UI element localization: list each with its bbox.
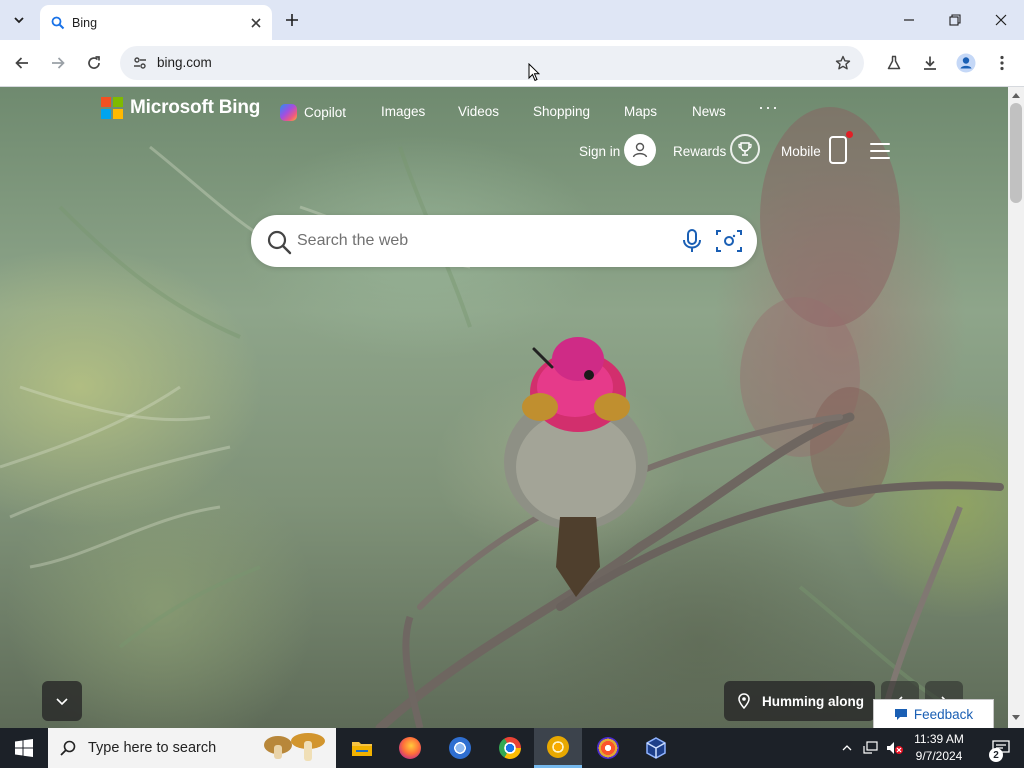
scroll-up-arrow-icon[interactable] <box>1012 91 1020 99</box>
menu-kebab-icon[interactable] <box>990 51 1014 75</box>
hamburger-menu-icon[interactable] <box>870 143 890 159</box>
nav-copilot[interactable]: Copilot <box>280 104 346 121</box>
taskbar-chromium[interactable] <box>436 728 484 768</box>
back-arrow-icon[interactable] <box>10 51 34 75</box>
mouse-cursor-icon <box>528 62 541 87</box>
new-tab-plus-icon[interactable] <box>280 8 304 32</box>
phone-icon[interactable] <box>829 136 847 164</box>
search-favicon-icon <box>50 15 66 31</box>
restore-icon[interactable] <box>932 0 978 40</box>
nav-shopping[interactable]: Shopping <box>533 104 590 119</box>
microsoft-logo-icon <box>101 97 123 119</box>
nav-copilot-label: Copilot <box>304 105 347 120</box>
nav-images[interactable]: Images <box>381 104 425 119</box>
search-box <box>251 215 757 267</box>
taskbar-file-explorer[interactable] <box>338 728 386 768</box>
scroll-down-arrow-icon[interactable] <box>1012 714 1020 722</box>
browser-toolbar: bing.com <box>0 40 1024 87</box>
rewards-link[interactable]: Rewards <box>673 144 726 159</box>
download-icon[interactable] <box>918 51 942 75</box>
logo-text: Microsoft Bing <box>130 97 261 118</box>
search-input[interactable] <box>297 215 667 267</box>
nav-videos[interactable]: Videos <box>458 104 499 119</box>
chevron-down-icon <box>56 698 68 706</box>
nav-news[interactable]: News <box>692 104 726 119</box>
action-center-icon[interactable] <box>978 728 1024 768</box>
trophy-icon[interactable] <box>730 134 760 164</box>
address-bar[interactable]: bing.com <box>120 46 864 80</box>
notification-dot <box>846 131 853 138</box>
taskbar-search-box[interactable]: Type here to search <box>48 728 336 768</box>
sign-in-link[interactable]: Sign in <box>579 144 620 159</box>
feedback-icon <box>894 708 907 720</box>
firefox-icon <box>399 737 421 759</box>
image-caption[interactable]: Humming along <box>724 681 875 721</box>
taskbar-search-text: Type here to search <box>88 740 217 756</box>
user-avatar-icon[interactable] <box>624 134 656 166</box>
clock-date: 9/7/2024 <box>915 749 963 763</box>
tab-bing[interactable]: Bing <box>40 5 272 40</box>
chrome-canary-icon <box>547 735 569 758</box>
taskbar-brave[interactable] <box>584 728 632 768</box>
url-text[interactable]: bing.com <box>157 55 212 70</box>
copilot-icon <box>280 104 297 121</box>
minimize-icon[interactable] <box>886 0 932 40</box>
windows-start-icon[interactable] <box>0 728 48 768</box>
scroll-down-button[interactable] <box>42 681 82 721</box>
hummingbird-background-image <box>0 107 1004 728</box>
bookmark-star-icon[interactable] <box>832 52 854 74</box>
virtualbox-cube-icon <box>646 737 666 759</box>
nav-maps[interactable]: Maps <box>624 104 657 119</box>
microsoft-bing-logo[interactable]: Microsoft Bing <box>101 97 260 119</box>
image-caption-text: Humming along <box>762 693 864 709</box>
tab-title: Bing <box>72 15 98 30</box>
microphone-icon[interactable] <box>680 228 704 254</box>
search-icon <box>267 230 292 255</box>
visual-search-camera-icon[interactable] <box>715 228 743 254</box>
taskbar-clock[interactable]: 11:39 AM 9/7/2024 <box>906 731 972 765</box>
page-scrollbar[interactable] <box>1008 87 1024 728</box>
notification-count-badge: 2 <box>989 748 1003 762</box>
browser-app-icon <box>597 737 619 759</box>
search-highlight-mushroom-icon <box>264 733 325 761</box>
profile-avatar-icon[interactable] <box>954 51 978 75</box>
close-window-icon[interactable] <box>978 0 1024 40</box>
taskbar-search-icon <box>60 740 76 756</box>
labs-flask-icon[interactable] <box>882 51 906 75</box>
folder-icon <box>352 742 372 756</box>
chrome-icon <box>499 737 521 759</box>
reload-icon[interactable] <box>82 51 106 75</box>
mobile-link[interactable]: Mobile <box>781 144 821 159</box>
taskbar-chrome[interactable] <box>486 728 534 768</box>
forward-arrow-icon[interactable] <box>46 51 70 75</box>
tab-search-chevron-icon[interactable] <box>6 7 32 33</box>
volume-muted-icon[interactable] <box>884 728 906 768</box>
taskbar-firefox[interactable] <box>386 728 434 768</box>
taskbar-virtualbox[interactable] <box>632 728 680 768</box>
site-info-icon[interactable] <box>128 51 152 75</box>
feedback-button[interactable]: Feedback <box>873 699 994 728</box>
tab-close-icon[interactable] <box>246 13 266 33</box>
clock-time: 11:39 AM <box>914 732 964 746</box>
show-hidden-icons-chevron-icon[interactable] <box>838 728 856 768</box>
location-pin-icon <box>738 693 750 709</box>
scrollbar-thumb[interactable] <box>1010 103 1022 203</box>
bing-homepage: Microsoft Bing Copilot Images Videos Sho… <box>0 87 1008 728</box>
feedback-label: Feedback <box>913 706 974 722</box>
browser-tabstrip: Bing <box>0 0 1024 40</box>
network-icon[interactable] <box>860 728 882 768</box>
chromium-icon <box>449 737 471 759</box>
windows-taskbar: Type here to search 11:39 AM 9/7/2024 2 <box>0 728 1024 768</box>
taskbar-chrome-canary[interactable] <box>534 728 582 768</box>
nav-more-dots[interactable]: ··· <box>758 97 779 118</box>
